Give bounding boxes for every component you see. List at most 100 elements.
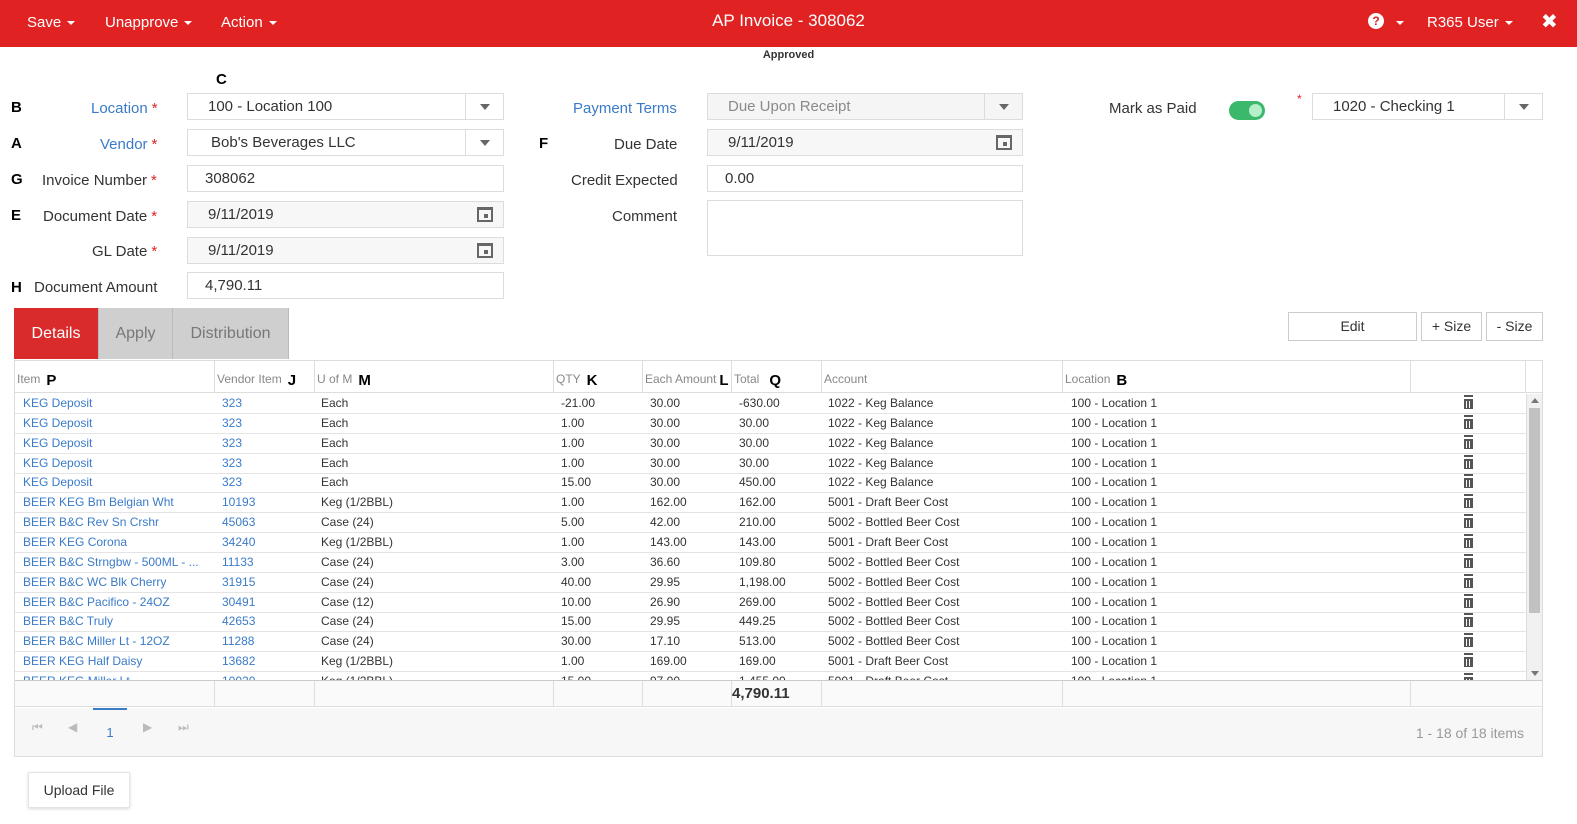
table-row[interactable]: BEER KEG Miller Lt 10020 Keg (1/2BBL) 15.00…	[15, 672, 1526, 680]
vendor-item-cell[interactable]: 11133	[222, 553, 312, 572]
item-cell[interactable]: BEER B&C Pacifico - 24OZ	[23, 593, 208, 612]
unapprove-menu[interactable]: Unapprove	[105, 14, 193, 31]
upload-file-button[interactable]: Upload File	[28, 772, 130, 808]
vendor-item-cell[interactable]: 31915	[222, 573, 312, 592]
vendor-item-cell[interactable]: 45063	[222, 513, 312, 532]
help-caret-icon[interactable]	[1396, 21, 1404, 25]
column-header-total[interactable]: Total Q	[732, 361, 822, 393]
table-row[interactable]: KEG Deposit 323 Each 15.00 30.00 450.00 1022 -…	[15, 473, 1526, 494]
table-row[interactable]: BEER B&C Pacifico - 24OZ 30491 Case (12) 10…	[15, 593, 1526, 613]
page-number[interactable]: 1	[93, 708, 127, 742]
trash-icon[interactable]	[1464, 555, 1473, 568]
vendor-item-cell[interactable]: 323	[222, 434, 312, 453]
table-row[interactable]: BEER B&C Strngbw - 500ML - ... 11133 Case …	[15, 553, 1526, 573]
item-cell[interactable]: KEG Deposit	[23, 414, 208, 433]
vendor-item-cell[interactable]: 10020	[222, 672, 312, 680]
dropdown-arrow-icon[interactable]	[1504, 94, 1542, 119]
trash-icon[interactable]	[1464, 575, 1473, 588]
item-cell[interactable]: KEG Deposit	[23, 454, 208, 473]
vendor-item-cell[interactable]: 30491	[222, 593, 312, 612]
item-cell[interactable]: BEER B&C Rev Sn Crshr	[23, 513, 208, 532]
dropdown-arrow-icon[interactable]	[984, 94, 1022, 119]
calendar-icon[interactable]	[477, 207, 493, 222]
table-row[interactable]: KEG Deposit 323 Each 1.00 30.00 30.00 1022 - K…	[15, 414, 1526, 434]
trash-icon[interactable]	[1464, 595, 1473, 608]
trash-icon[interactable]	[1464, 436, 1473, 449]
table-row[interactable]: BEER B&C Rev Sn Crshr 45063 Case (24) 5.00 4…	[15, 513, 1526, 534]
gl-date-input[interactable]: 9/11/2019	[187, 237, 504, 264]
item-cell[interactable]: KEG Deposit	[23, 394, 208, 413]
vendor-item-cell[interactable]: 42653	[222, 612, 312, 631]
table-row[interactable]: KEG Deposit 323 Each 1.00 30.00 30.00 1022 - K…	[15, 454, 1526, 474]
table-row[interactable]: BEER B&C WC Blk Cherry 31915 Case (24) 40.0…	[15, 573, 1526, 593]
table-row[interactable]: BEER KEG Bm Belgian Wht 10193 Keg (1/2BBL)…	[15, 493, 1526, 514]
vendor-item-cell[interactable]: 11288	[222, 632, 312, 651]
column-header-account[interactable]: Account	[822, 361, 1063, 393]
location-select[interactable]: 100 - Location 100	[187, 93, 504, 120]
comment-textarea[interactable]	[707, 200, 1023, 256]
column-header-uom[interactable]: U of M M	[315, 361, 554, 393]
vendor-item-cell[interactable]: 34240	[222, 533, 312, 552]
dropdown-arrow-icon[interactable]	[465, 94, 503, 119]
table-row[interactable]: KEG Deposit 323 Each 1.00 30.00 30.00 1022 - K…	[15, 434, 1526, 454]
prev-page-icon[interactable]: ◀	[68, 720, 77, 734]
document-date-input[interactable]: 9/11/2019	[187, 201, 504, 228]
trash-icon[interactable]	[1464, 416, 1473, 429]
item-cell[interactable]: BEER B&C WC Blk Cherry	[23, 573, 208, 592]
credit-expected-input[interactable]: 0.00	[707, 165, 1023, 192]
last-page-icon[interactable]: ⏭	[178, 720, 189, 735]
vendor-item-cell[interactable]: 323	[222, 394, 312, 413]
edit-button[interactable]: Edit	[1288, 312, 1417, 341]
item-cell[interactable]: KEG Deposit	[23, 434, 208, 453]
scroll-up-icon[interactable]	[1531, 398, 1539, 403]
scroll-thumb[interactable]	[1529, 408, 1540, 613]
table-row[interactable]: BEER KEG Corona 34240 Keg (1/2BBL) 1.00 143.…	[15, 533, 1526, 553]
account-select[interactable]: 1020 - Checking 1	[1312, 93, 1543, 120]
due-date-input[interactable]: 9/11/2019	[707, 129, 1023, 156]
trash-icon[interactable]	[1464, 655, 1473, 668]
scroll-down-icon[interactable]	[1531, 671, 1539, 676]
vendor-item-cell[interactable]: 13682	[222, 652, 312, 671]
next-page-icon[interactable]: ▶	[143, 720, 152, 734]
trash-icon[interactable]	[1464, 535, 1473, 548]
tab-details[interactable]: Details	[14, 308, 99, 359]
item-cell[interactable]: BEER KEG Bm Belgian Wht	[23, 493, 208, 512]
column-header-location[interactable]: Location B	[1063, 361, 1411, 393]
item-cell[interactable]: BEER B&C Strngbw - 500ML - ...	[23, 553, 208, 572]
calendar-icon[interactable]	[996, 135, 1012, 150]
grid-scrollbar[interactable]	[1526, 394, 1542, 680]
document-amount-input[interactable]: 4,790.11	[187, 272, 504, 299]
calendar-icon[interactable]	[477, 243, 493, 258]
invoice-number-input[interactable]: 308062	[187, 165, 504, 192]
trash-icon[interactable]	[1464, 615, 1473, 628]
dropdown-arrow-icon[interactable]	[465, 130, 503, 155]
vendor-select[interactable]: Bob's Beverages LLC	[187, 129, 504, 156]
table-row[interactable]: KEG Deposit 323 Each -21.00 30.00 -630.00 1022…	[15, 394, 1526, 414]
close-icon[interactable]: ✖	[1541, 9, 1558, 34]
trash-icon[interactable]	[1464, 496, 1473, 509]
action-menu[interactable]: Action	[221, 14, 277, 31]
column-header-qty[interactable]: QTY K	[554, 361, 643, 393]
item-cell[interactable]: BEER KEG Miller Lt	[23, 672, 208, 680]
first-page-icon[interactable]: ⏮	[32, 720, 43, 735]
vendor-item-cell[interactable]: 323	[222, 473, 312, 492]
vendor-item-cell[interactable]: 323	[222, 414, 312, 433]
mark-as-paid-toggle[interactable]	[1229, 101, 1265, 120]
item-cell[interactable]: BEER B&C Truly	[23, 612, 208, 631]
payment-terms-select[interactable]: Due Upon Receipt	[707, 93, 1023, 120]
item-cell[interactable]: BEER KEG Half Daisy	[23, 652, 208, 671]
plus-size-button[interactable]: + Size	[1421, 312, 1482, 341]
table-row[interactable]: BEER KEG Half Daisy 13682 Keg (1/2BBL) 1.00…	[15, 652, 1526, 673]
trash-icon[interactable]	[1464, 635, 1473, 648]
tab-apply[interactable]: Apply	[99, 308, 173, 359]
minus-size-button[interactable]: - Size	[1486, 312, 1543, 341]
trash-icon[interactable]	[1464, 476, 1473, 489]
vendor-item-cell[interactable]: 10193	[222, 493, 312, 512]
column-header-each-amount[interactable]: Each Amount L	[643, 361, 732, 393]
item-cell[interactable]: KEG Deposit	[23, 473, 208, 492]
column-header-vendor-item[interactable]: Vendor Item J	[215, 361, 315, 393]
item-cell[interactable]: BEER B&C Miller Lt - 12OZ	[23, 632, 208, 651]
trash-icon[interactable]	[1464, 397, 1473, 409]
tab-distribution[interactable]: Distribution	[173, 308, 289, 359]
trash-icon[interactable]	[1464, 516, 1473, 529]
